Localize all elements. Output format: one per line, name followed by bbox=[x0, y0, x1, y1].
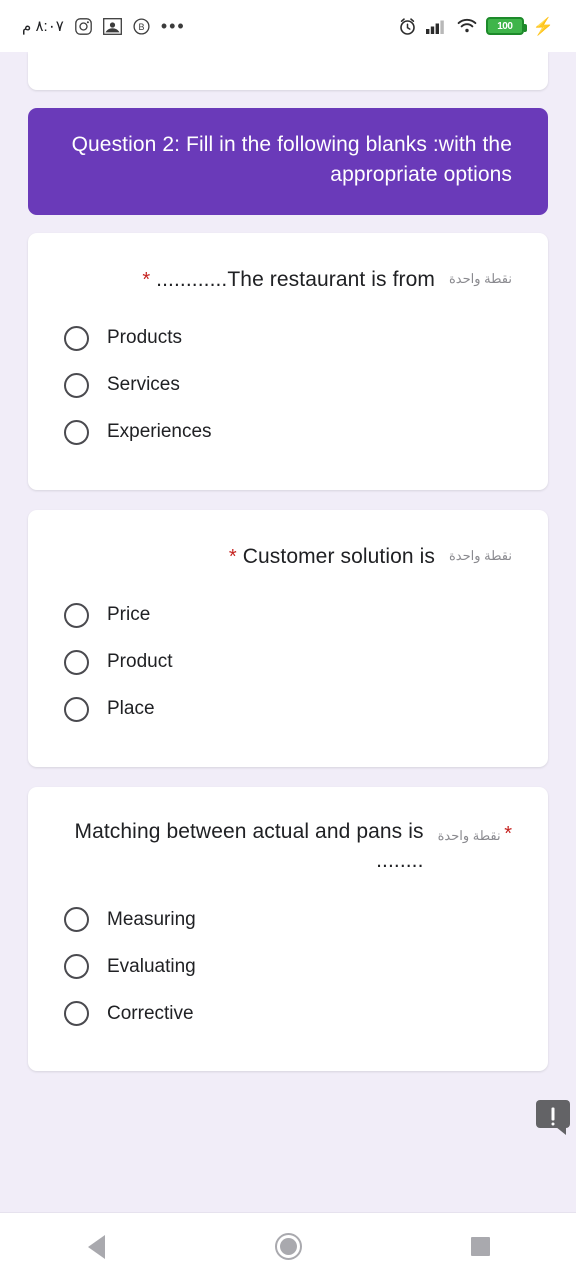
question-text: Customer solution is bbox=[242, 544, 435, 568]
cellular-signal-icon bbox=[425, 20, 444, 34]
circle-icon bbox=[274, 1233, 302, 1260]
radio-button[interactable] bbox=[64, 907, 89, 933]
form-scroll-area[interactable]: Question 2: Fill in the following blanks… bbox=[0, 52, 576, 1212]
option-label: Products bbox=[107, 327, 182, 349]
option-row[interactable]: Corrective bbox=[64, 990, 512, 1037]
square-icon bbox=[470, 1237, 490, 1256]
question-title: Customer solution is * bbox=[58, 542, 435, 572]
recents-button[interactable] bbox=[432, 1213, 528, 1280]
option-label: Price bbox=[107, 604, 151, 625]
radio-button[interactable] bbox=[64, 954, 89, 980]
option-list: Price Product Place bbox=[28, 572, 548, 767]
question-text: Matching between actual and pans is ....… bbox=[74, 819, 424, 873]
option-row[interactable]: Products bbox=[64, 315, 512, 362]
question-points-label: * نقطة واحدة bbox=[438, 817, 512, 846]
gallery-app-icon bbox=[102, 17, 122, 35]
option-row[interactable]: Services bbox=[64, 362, 512, 409]
status-bar-left-group: ⚡ 100 bbox=[398, 17, 554, 36]
exclamation-glyph bbox=[551, 1107, 555, 1126]
battery-level-label: 100 bbox=[497, 20, 513, 32]
option-label: Place bbox=[107, 698, 155, 719]
option-label: Evaluating bbox=[107, 955, 196, 977]
question-header: Matching between actual and pans is ....… bbox=[28, 787, 548, 877]
question-card: Customer solution is * نقطة واحدة Price … bbox=[28, 509, 548, 767]
option-label: Experiences bbox=[107, 421, 212, 443]
triangle-back-icon bbox=[87, 1234, 105, 1259]
battery-icon: 100 bbox=[485, 17, 527, 35]
question-text: The restaurant is from............ bbox=[156, 267, 435, 291]
radio-button[interactable] bbox=[64, 696, 89, 722]
svg-text:B: B bbox=[138, 22, 144, 32]
clock-label: ٨:٠٧ م bbox=[22, 18, 64, 35]
question-header: Customer solution is * نقطة واحدة bbox=[28, 510, 548, 572]
option-label: Measuring bbox=[107, 908, 196, 930]
phone-screen: ⚡ 100 ••• B ٨:٠٧ م Question 2: Fill in t… bbox=[0, 0, 576, 1280]
points-text: نقطة واحدة bbox=[437, 827, 501, 843]
option-list: Measuring Evaluating Corrective bbox=[28, 876, 548, 1071]
radio-button[interactable] bbox=[64, 419, 89, 445]
status-bar-right-group: ••• B ٨:٠٧ م bbox=[22, 17, 186, 35]
more-dots-icon: ••• bbox=[160, 16, 186, 36]
alarm-clock-icon bbox=[400, 17, 415, 35]
android-navigation-bar bbox=[0, 1212, 576, 1280]
radio-button[interactable] bbox=[64, 649, 89, 675]
question-points-label: نقطة واحدة bbox=[448, 547, 512, 563]
lightning-bolt-icon: ⚡ bbox=[532, 16, 554, 36]
option-row[interactable]: Measuring bbox=[64, 896, 512, 943]
question-title: Matching between actual and pans is ....… bbox=[58, 817, 424, 877]
option-row[interactable]: Experiences bbox=[64, 409, 512, 456]
question-card: Matching between actual and pans is ....… bbox=[28, 786, 548, 1072]
question-card: The restaurant is from............ * نقط… bbox=[28, 232, 548, 490]
previous-question-card-partial bbox=[28, 52, 548, 90]
option-list: Products Services Experiences bbox=[28, 295, 548, 490]
wifi-icon bbox=[457, 18, 477, 33]
required-asterisk: * bbox=[142, 268, 151, 291]
instagram-app-icon bbox=[74, 17, 92, 35]
home-button[interactable] bbox=[240, 1213, 336, 1280]
option-row[interactable]: Place bbox=[64, 686, 512, 733]
back-button[interactable] bbox=[48, 1213, 144, 1280]
radio-button[interactable] bbox=[64, 1001, 89, 1027]
option-row[interactable]: Product bbox=[64, 639, 512, 686]
exclamation-bubble-icon[interactable] bbox=[536, 1100, 570, 1135]
bolt-app-icon: B bbox=[133, 17, 150, 35]
question-section-banner: Question 2: Fill in the following blanks… bbox=[28, 108, 548, 215]
option-row[interactable]: Evaluating bbox=[64, 943, 512, 990]
option-label: Product bbox=[107, 651, 173, 672]
option-label: Corrective bbox=[107, 1002, 194, 1024]
question-title: The restaurant is from............ * bbox=[58, 265, 435, 295]
option-row[interactable]: Price bbox=[64, 592, 512, 639]
status-bar: ⚡ 100 ••• B ٨:٠٧ م bbox=[0, 0, 576, 52]
required-asterisk: * bbox=[504, 822, 512, 845]
option-label: Services bbox=[107, 374, 180, 396]
question-header: The restaurant is from............ * نقط… bbox=[28, 233, 548, 295]
radio-button[interactable] bbox=[64, 372, 89, 398]
required-asterisk: * bbox=[228, 545, 237, 568]
question-section-title: Question 2: Fill in the following blanks… bbox=[71, 133, 512, 187]
radio-button[interactable] bbox=[64, 325, 89, 351]
radio-button[interactable] bbox=[64, 602, 89, 628]
question-points-label: نقطة واحدة bbox=[448, 270, 512, 286]
